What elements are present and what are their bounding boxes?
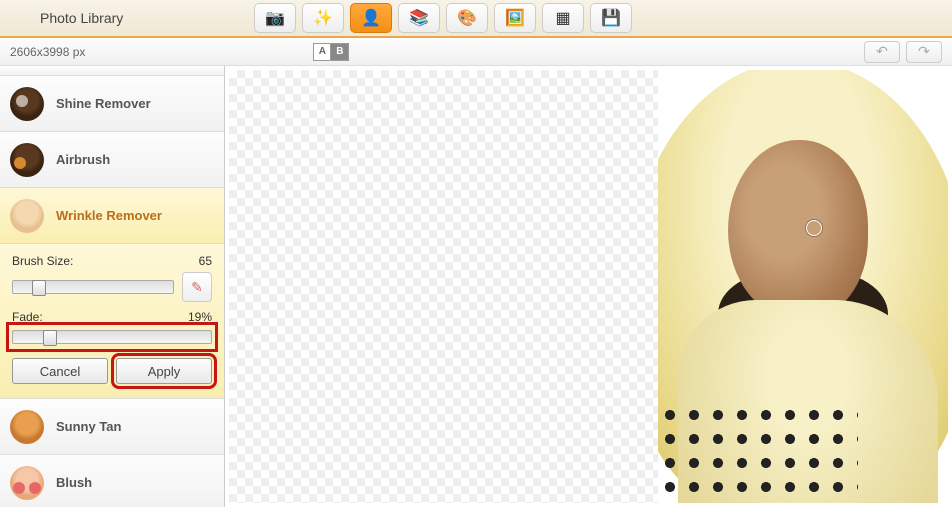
brush-size-slider[interactable] [12, 280, 174, 294]
fade-value: 19% [188, 310, 212, 324]
brush-size-value: 65 [199, 254, 212, 268]
tool-blush[interactable]: Blush [0, 455, 224, 507]
face-icon [10, 143, 44, 177]
tool-shine-remover[interactable]: Shine Remover [0, 76, 224, 132]
fade-label: Fade: [12, 310, 43, 324]
face-icon [10, 87, 44, 121]
list-item[interactable] [0, 66, 224, 76]
tool-sunny-tan[interactable]: Sunny Tan [0, 399, 224, 455]
canvas-area[interactable] [225, 66, 952, 507]
save-icon[interactable]: 💾 [590, 3, 632, 33]
brush-size-label: Brush Size: [12, 254, 73, 268]
cancel-button[interactable]: Cancel [12, 358, 108, 384]
status-bar: 2606x3998 px A B ↶ ↷ [0, 38, 952, 66]
mode-buttons: 📷 ✨ 👤 📚 🎨 🖼️ ▦ 💾 [254, 3, 632, 33]
checker-icon[interactable]: ▦ [542, 3, 584, 33]
magic-wand-icon[interactable]: ✨ [302, 3, 344, 33]
app-title: Photo Library [10, 10, 153, 26]
face-icon [10, 199, 44, 233]
picture-icon[interactable]: 🖼️ [494, 3, 536, 33]
tool-sidebar: Shine Remover Airbrush Wrinkle Remover B… [0, 66, 225, 507]
eraser-button[interactable]: ✎ [182, 272, 212, 302]
tool-label: Shine Remover [56, 96, 151, 111]
compare-b[interactable]: B [331, 43, 349, 61]
fade-slider[interactable] [12, 330, 212, 344]
brush-cursor-icon [806, 220, 822, 236]
person-icon[interactable]: 👤 [350, 3, 392, 33]
eraser-icon: ✎ [191, 279, 203, 296]
face-icon [10, 466, 44, 500]
apply-button[interactable]: Apply [116, 358, 212, 384]
face-icon [10, 410, 44, 444]
top-toolbar: Photo Library 📷 ✨ 👤 📚 🎨 🖼️ ▦ 💾 [0, 0, 952, 38]
camera-icon[interactable]: 📷 [254, 3, 296, 33]
layers-icon[interactable]: 📚 [398, 3, 440, 33]
palette-icon[interactable]: 🎨 [446, 3, 488, 33]
tool-label: Wrinkle Remover [56, 208, 162, 223]
tool-label: Sunny Tan [56, 419, 121, 434]
undo-button[interactable]: ↶ [864, 41, 900, 63]
tool-label: Blush [56, 475, 92, 490]
redo-button[interactable]: ↷ [906, 41, 942, 63]
image-dimensions: 2606x3998 px [10, 45, 85, 59]
tool-airbrush[interactable]: Airbrush [0, 132, 224, 188]
tool-options-panel: Brush Size: 65 ✎ Fade: 19% Cancel Apply [0, 244, 224, 399]
image-subject [658, 70, 948, 503]
compare-a[interactable]: A [313, 43, 331, 61]
compare-toggle[interactable]: A B [313, 43, 349, 61]
tool-wrinkle-remover[interactable]: Wrinkle Remover [0, 188, 224, 244]
tool-label: Airbrush [56, 152, 110, 167]
